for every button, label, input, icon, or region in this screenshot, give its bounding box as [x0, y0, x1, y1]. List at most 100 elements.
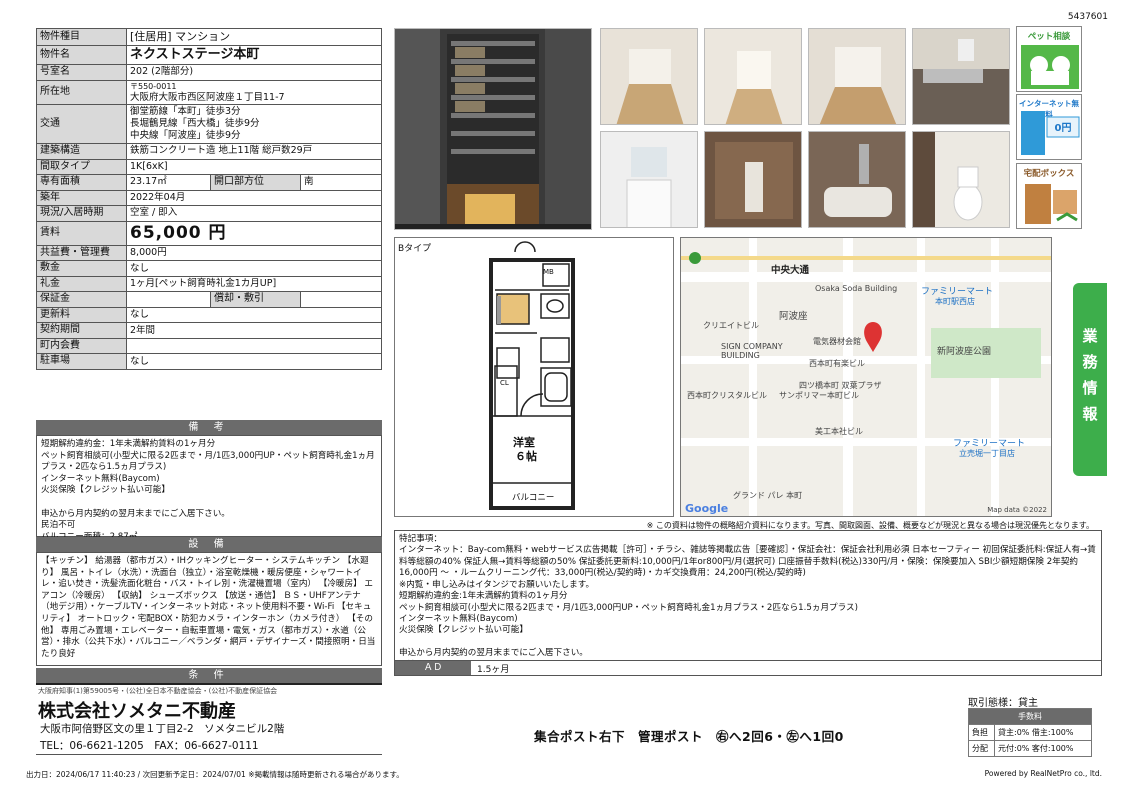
- tab-char: 報: [1082, 405, 1098, 423]
- building-photo: [394, 28, 592, 230]
- transport-line: 中央線「阿波座」徒歩9分: [130, 130, 241, 142]
- status: 空室 / 即入: [126, 205, 382, 222]
- google-logo: Google: [685, 502, 729, 515]
- internet-badge: インターネット無料 0円: [1016, 94, 1082, 160]
- room-size-label: ６帖: [515, 450, 537, 463]
- property-table: 物件種目 [住居用] マンション 物件名 ネクストステージ本町 号室名 202 …: [36, 28, 382, 370]
- remarks-text: 短期解約違約金：1年未満解約賃料の1ヶ月分 ペット飼育相談可(小型犬に限る2匹ま…: [41, 439, 375, 542]
- delivery-box-icon: [1025, 184, 1078, 224]
- toilet-photo: [912, 131, 1010, 228]
- map-label: クリエイトビル: [703, 321, 759, 330]
- special-notes-text: 特記事項： インターネット：Bay-com無料・webサービス広告掲載［許可］・…: [399, 534, 1096, 670]
- powered-by: Powered by RealNetPro co., ltd.: [984, 769, 1102, 778]
- property-type: [住居用] マンション: [126, 28, 382, 46]
- row-label: 間取タイプ: [36, 158, 127, 175]
- commission-key: 分配: [968, 740, 995, 757]
- kitchen-photo: [912, 28, 1010, 125]
- pet-icon: [1021, 45, 1079, 89]
- transport-line: 長堀鶴見線「西大橋」徒歩9分: [130, 118, 260, 130]
- license-info: 大阪府知事(1)第59005号・(公社)全日本不動産協会・(公社)不動産保証協会: [38, 687, 278, 695]
- row-label: 駐車場: [36, 353, 127, 370]
- row-label: 保証金: [36, 291, 127, 308]
- deposit-value: [126, 291, 211, 308]
- address-text: 大阪府大阪市西区阿波座１丁目11-7: [130, 91, 285, 103]
- output-date: 出力日：2024/06/17 11:40:23 / 次回更新予定日：2024/0…: [26, 770, 404, 779]
- company-block: 大阪府知事(1)第59005号・(公社)全日本不動産協会・(公社)不動産保証協会…: [36, 683, 382, 755]
- pet-badge: ペット相談: [1016, 26, 1082, 92]
- zip-code: 〒550-0011: [130, 81, 177, 91]
- ad-row: ＡＤ 1.5ヶ月: [394, 660, 1102, 676]
- ad-value: 1.5ヶ月: [477, 665, 510, 675]
- map-label: 西本町クリスタルビル: [687, 391, 767, 400]
- company-phone: TEL：06-6621-1205 FAX：06-6627-0111: [40, 740, 259, 752]
- row-label: 号室名: [36, 64, 127, 81]
- map-label: 立売堀一丁目店: [959, 449, 1015, 458]
- property-name: ネクストステージ本町: [126, 44, 382, 66]
- structure: 鉄筋コンクリート造 地上11階 総戸数29戸: [126, 143, 382, 160]
- row-label: 共益費・管理費: [36, 244, 127, 262]
- facilities-box: 【キッチン】 給湯器（都市ガス）・IHクッキングヒーター・システムキッチン 【水…: [36, 552, 382, 666]
- row-label: 物件名: [36, 44, 127, 66]
- parking: なし: [126, 353, 382, 370]
- room-number: 202 (2階部分): [126, 64, 382, 81]
- map-roads: [681, 238, 1051, 516]
- closet-label: CL: [500, 379, 509, 387]
- floor-plan-drawing: [489, 241, 575, 510]
- map-label: SIGN COMPANY BUILDING: [721, 342, 783, 360]
- row-label: 敷金: [36, 260, 127, 277]
- commission-key: 負担: [968, 724, 995, 741]
- row-label: 物件種目: [36, 28, 127, 46]
- row-label: 償却・敷引: [210, 291, 301, 308]
- internet-fee: 0円: [1054, 123, 1072, 134]
- delivery-box-badge: 宅配ボックス: [1016, 163, 1082, 229]
- rent: 65,000 円: [126, 220, 382, 246]
- row-label: 更新料: [36, 306, 127, 324]
- mailbox-info: 集合ポスト右下 管理ポスト ㊨へ2回6・㊧へ1回0: [534, 729, 844, 744]
- map-label: Osaka Soda Building: [815, 284, 898, 293]
- commission-table: 手数料 負担 貸主:0% 借主:100% 分配 元付:0% 客付:100%: [968, 708, 1092, 757]
- row-label: 専有面積: [36, 174, 127, 191]
- special-notes: 特記事項： インターネット：Bay-com無料・webサービス広告掲載［許可］・…: [394, 530, 1102, 676]
- conditions-header: 条 件: [36, 668, 382, 683]
- map-label: グランド パレ 本町: [733, 491, 803, 500]
- map-label: 電気器材会館: [813, 337, 861, 346]
- orientation: 南: [300, 174, 382, 191]
- floor-plan: Bタイプ MB CL 洋室 ６帖 バルコニー: [394, 237, 674, 517]
- interior-photo: [600, 28, 698, 125]
- balcony-label: バルコニー: [512, 493, 555, 503]
- document-id: 5437601: [1067, 12, 1108, 22]
- bathroom-photo: [808, 131, 906, 228]
- management-fee: 8,000円: [126, 244, 382, 262]
- row-label: 交通: [36, 104, 127, 144]
- row-label: 町内会費: [36, 337, 127, 355]
- facilities-text: 【キッチン】 給湯器（都市ガス）・IHクッキングヒーター・システムキッチン 【水…: [41, 556, 376, 659]
- tab-char: 情: [1082, 379, 1098, 397]
- map-label: 本町駅西店: [935, 297, 975, 306]
- location-map[interactable]: 中央大通 Osaka Soda Building ファミリーマート 本町駅西店 …: [680, 237, 1052, 517]
- interior-photo: [808, 28, 906, 125]
- storage-photo: [704, 131, 802, 228]
- company-address: 大阪市阿倍野区文の里１丁目2-2 ソメタニビル2階: [40, 723, 285, 735]
- commission-value: 貸主:0% 借主:100%: [994, 724, 1092, 741]
- remarks-box: 短期解約違約金：1年未満解約賃料の1ヶ月分 ペット飼育相談可(小型犬に限る2匹ま…: [36, 435, 382, 542]
- key-money: 1ヶ月[ペット飼育時礼金1カ月UP]: [126, 275, 382, 293]
- row-label: 築年: [36, 189, 127, 206]
- tab-char: 業: [1082, 327, 1098, 345]
- row-label: 建築構造: [36, 143, 127, 160]
- map-label: 中央大通: [771, 265, 810, 276]
- renewal-fee: なし: [126, 306, 382, 324]
- business-info-tab[interactable]: 業 務 情 報: [1073, 283, 1107, 476]
- row-label: 契約期間: [36, 322, 127, 339]
- row-label: 現況/入居時期: [36, 205, 127, 222]
- row-label: 礼金: [36, 275, 127, 293]
- row-label: 開口部方位: [210, 174, 301, 191]
- map-label: サンポリマー本町ビル: [779, 391, 859, 400]
- facilities-header: 設 備: [36, 537, 382, 552]
- built-date: 2022年04月: [126, 189, 382, 206]
- contract-period: 2年間: [126, 322, 382, 339]
- map-attribution: Map data ©2022: [987, 506, 1047, 514]
- transaction-type: 取引態様：貸主: [968, 698, 1038, 709]
- company-name: 株式会社ソメタニ不動産: [38, 701, 236, 721]
- meter-box-label: MB: [543, 268, 554, 276]
- amortization-value: [300, 291, 382, 308]
